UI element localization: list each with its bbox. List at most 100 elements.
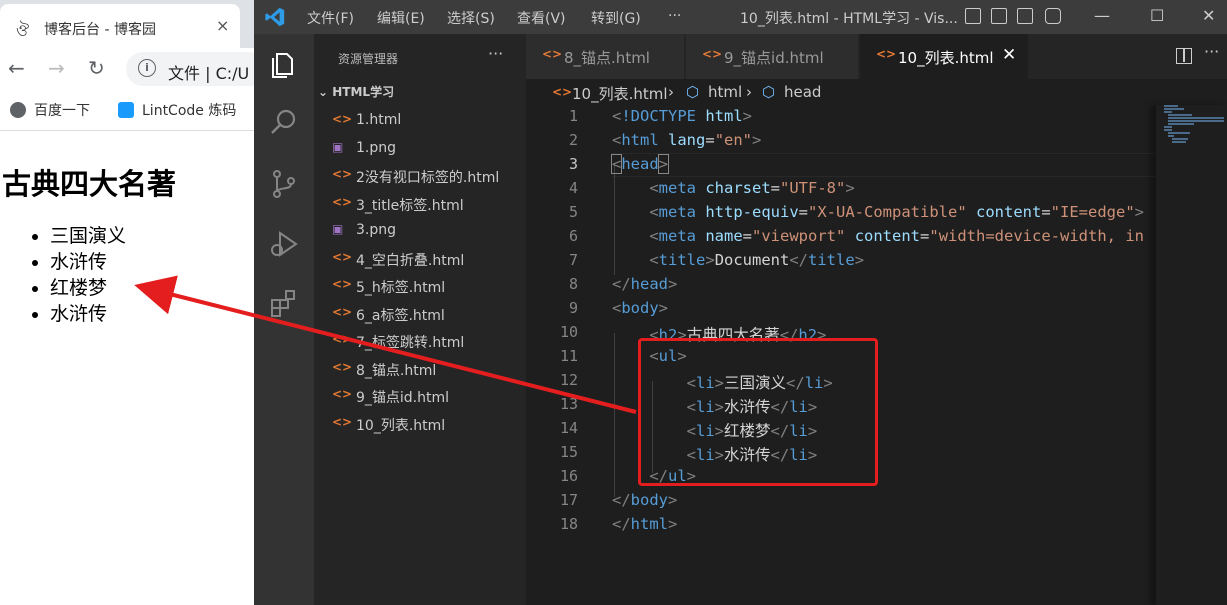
file-1-png[interactable]: ▣ 1.png [314, 135, 526, 162]
toggle-panel-icon[interactable] [991, 8, 1007, 24]
more-actions-icon[interactable]: ··· [1204, 42, 1219, 61]
file-10-html[interactable]: <> 10_列表.html [314, 410, 526, 437]
bookmark-baidu[interactable]: 百度一下 [10, 100, 90, 120]
toggle-sidebar-icon[interactable] [965, 8, 981, 24]
file-6-html[interactable]: <> 6_a标签.html [314, 300, 526, 327]
breadcrumb-file[interactable]: 10_列表.html [572, 83, 668, 104]
file-2-html[interactable]: <> 2没有视口标签的.html [314, 162, 526, 189]
editor-tab-bar: <> 8_锚点.html <> 9_锚点id.html <> 10_列表.htm… [526, 34, 1227, 79]
minimap-line [1172, 141, 1186, 143]
minimap-line [1168, 132, 1190, 134]
minimap[interactable] [1156, 105, 1227, 605]
close-tab-icon[interactable]: ✕ [1002, 45, 1016, 65]
html-file-icon: <> [552, 85, 573, 99]
tab-9-anchor-id[interactable]: <> 9_锚点id.html [686, 34, 858, 79]
address-bar[interactable]: i 文件 | C:/U [126, 52, 254, 86]
file-3-html[interactable]: <> 3_title标签.html [314, 190, 526, 217]
list-item: 水浒传 [50, 301, 126, 327]
tab-10-list[interactable]: <> 10_列表.html ✕ [860, 34, 1028, 79]
minimize-icon[interactable]: — [1094, 6, 1110, 25]
code-line: <title>Document</title> [649, 251, 865, 269]
file-4-html[interactable]: <> 4_空白折叠.html [314, 245, 526, 272]
minimap-line [1168, 117, 1224, 119]
tab-8-anchor[interactable]: <> 8_锚点.html [526, 34, 684, 79]
run-debug-icon[interactable] [268, 228, 300, 260]
code-line: <body> [612, 299, 669, 317]
code-line: <meta http-equiv="X-UA-Compatible" conte… [649, 203, 1145, 221]
menu-more[interactable]: ··· [668, 8, 681, 24]
image-file-icon: ▣ [332, 140, 344, 154]
breadcrumb-html[interactable]: html [708, 83, 742, 101]
highlight-box [638, 338, 878, 486]
explorer-icon[interactable] [268, 48, 300, 80]
image-file-icon: ▣ [332, 222, 344, 236]
file-8-html[interactable]: <> 8_锚点.html [314, 355, 526, 382]
menu-view[interactable]: 查看(V) [517, 8, 566, 28]
line-number: 2 [568, 131, 578, 149]
address-text: 文件 | C:/U [168, 64, 250, 83]
close-window-icon[interactable]: ✕ [1202, 6, 1215, 25]
file-1-html[interactable]: <> 1.html [314, 107, 526, 134]
minimap-line [1164, 105, 1178, 107]
chevron-down-icon: ⌄ [318, 85, 329, 99]
html-file-icon: <> [332, 360, 353, 374]
line-number: 8 [568, 275, 578, 293]
line-number: 12 [559, 371, 578, 389]
file-9-html[interactable]: <> 9_锚点id.html [314, 382, 526, 409]
close-tab-icon[interactable]: × [216, 16, 229, 35]
file-5-html[interactable]: <> 5_h标签.html [314, 272, 526, 299]
line-number: 10 [559, 323, 578, 341]
html-file-icon: <> [332, 277, 353, 291]
line-number: 7 [568, 251, 578, 269]
workspace-folder[interactable]: ⌄ HTML学习 [318, 83, 394, 100]
menu-go[interactable]: 转到(G) [591, 8, 641, 28]
customize-layout-icon[interactable] [1045, 8, 1061, 24]
toggle-secondary-sidebar-icon[interactable] [1017, 8, 1033, 24]
back-arrow-icon[interactable]: ← [8, 56, 25, 80]
explorer-header: 资源管理器 [338, 52, 399, 66]
html-file-icon: <> [332, 387, 353, 401]
extensions-icon[interactable] [268, 288, 300, 320]
browser-tab[interactable]: ঔ 博客后台 - 博客园 × [0, 4, 240, 48]
menu-edit[interactable]: 编辑(E) [377, 8, 425, 28]
explorer-sidebar: 资源管理器 ··· ⌄ HTML学习 <> 1.html ▣ 1.png <> 2没有… [314, 34, 526, 605]
code-line: </head> [612, 275, 678, 293]
line-number: 18 [559, 515, 578, 533]
novel-list: 三国演义 水浒传 红楼梦 水浒传 [0, 223, 126, 327]
html-file-icon: <> [332, 167, 353, 181]
maximize-icon[interactable]: ☐ [1150, 6, 1164, 25]
current-line-highlight [612, 153, 1156, 177]
browser-window: ঔ 博客后台 - 博客园 × ← → ↻ i 文件 | C:/U 百度一下 Li… [0, 0, 254, 605]
minimap-line [1164, 126, 1172, 128]
line-number: 17 [559, 491, 578, 509]
menu-selection[interactable]: 选择(S) [447, 8, 495, 28]
vscode-window: 文件(F) 编辑(E) 选择(S) 查看(V) 转到(G) ··· 10_列表.… [254, 0, 1227, 605]
reload-icon[interactable]: ↻ [88, 56, 105, 80]
minimap-line [1168, 120, 1224, 122]
info-icon[interactable]: i [138, 59, 156, 77]
split-editor-icon[interactable] [1176, 48, 1192, 64]
code-line: <html lang="en"> [612, 131, 762, 149]
bookmark-lintcode[interactable]: LintCode 炼码 [118, 100, 236, 120]
file-7-html[interactable]: <> 7_标签跳转.html [314, 327, 526, 354]
element-cube-icon: ⬡ [686, 83, 700, 101]
line-number: 16 [559, 467, 578, 485]
forward-arrow-icon[interactable]: → [48, 56, 65, 80]
vscode-logo-icon [265, 7, 285, 27]
source-control-icon[interactable] [268, 168, 300, 200]
bookmarks-bar: 百度一下 LintCode 炼码 [0, 90, 254, 131]
line-number: 13 [559, 395, 578, 413]
line-number: 9 [568, 299, 578, 317]
breadcrumb-head[interactable]: head [784, 83, 821, 101]
minimap-line [1164, 108, 1184, 110]
more-actions-icon[interactable]: ··· [488, 44, 503, 63]
menu-file[interactable]: 文件(F) [307, 8, 354, 28]
html-file-icon: <> [332, 332, 353, 346]
html-file-icon: <> [542, 47, 563, 61]
code-line: </body> [612, 491, 678, 509]
search-icon[interactable] [268, 106, 300, 138]
html-file-icon: <> [332, 112, 353, 126]
minimap-line [1168, 114, 1192, 116]
chevron-right-icon: › [746, 83, 752, 101]
file-3-png[interactable]: ▣ 3.png [314, 217, 526, 244]
